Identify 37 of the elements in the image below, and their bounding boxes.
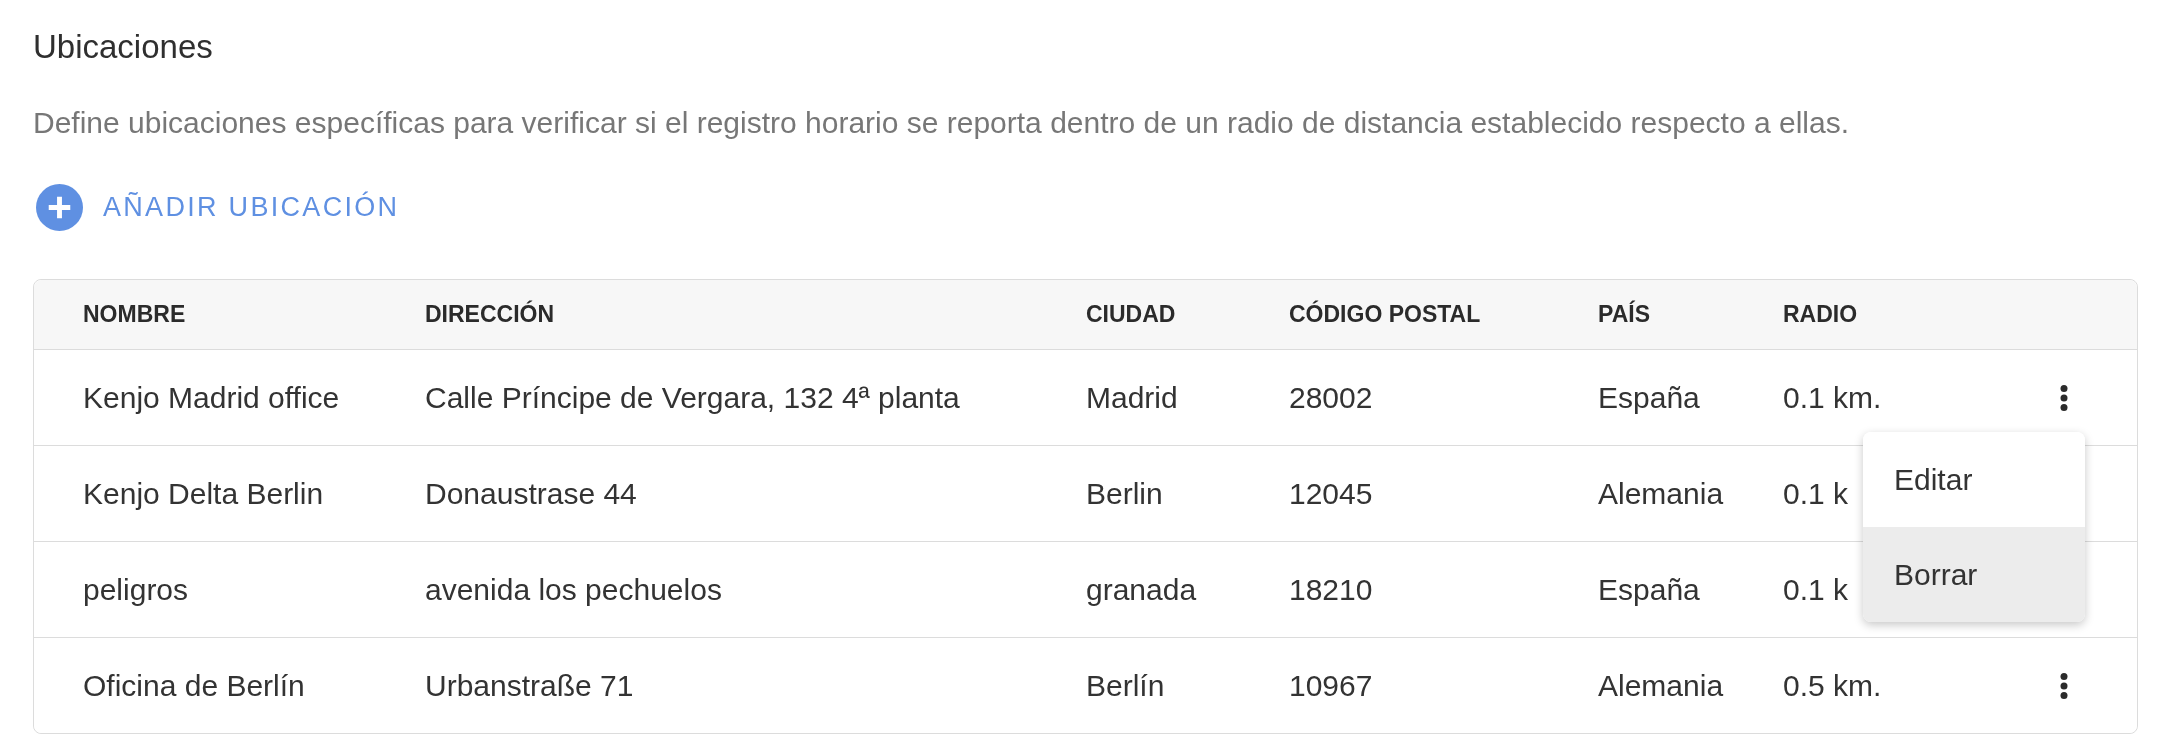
column-header: PAÍS bbox=[1598, 301, 1650, 328]
column-header: DIRECCIÓN bbox=[425, 301, 555, 328]
table-cell: 0.1 k bbox=[1783, 476, 1849, 511]
table-cell: Calle Príncipe de Vergara, 132 4ª planta bbox=[425, 380, 960, 415]
table-cell: 12045 bbox=[1289, 476, 1373, 511]
table-cell: 10967 bbox=[1289, 668, 1373, 703]
table-cell: 0.1 k bbox=[1783, 572, 1849, 607]
table-cell: España bbox=[1598, 380, 1700, 415]
section-description: Define ubicaciones específicas para verificar si el registro horario se reporta dentro de un radio de distancia establecido respecto a ellas. bbox=[33, 105, 1849, 141]
table-cell: Madrid bbox=[1086, 380, 1178, 415]
more-options-icon[interactable] bbox=[2060, 384, 2068, 411]
table-cell: España bbox=[1598, 572, 1700, 607]
menu-item[interactable]: Editar bbox=[1863, 432, 2085, 527]
section-title: Ubicaciones bbox=[33, 27, 213, 67]
table-cell: avenida los pechuelos bbox=[425, 572, 722, 607]
table-cell: Berlin bbox=[1086, 476, 1163, 511]
table-cell: Alemania bbox=[1598, 476, 1724, 511]
table-cell: Berlín bbox=[1086, 668, 1165, 703]
plus-circle-icon bbox=[36, 183, 83, 231]
column-header: RADIO bbox=[1783, 301, 1858, 328]
column-header: CIUDAD bbox=[1086, 301, 1176, 328]
table-cell: Donaustrase 44 bbox=[425, 476, 637, 511]
table-cell: 28002 bbox=[1289, 380, 1373, 415]
table-cell: 0.1 km. bbox=[1783, 380, 1882, 415]
table-cell: Kenjo Madrid office bbox=[83, 380, 340, 415]
table-cell: 18210 bbox=[1289, 572, 1373, 607]
menu-item[interactable]: Borrar bbox=[1863, 527, 2085, 622]
column-header: NOMBRE bbox=[83, 301, 186, 328]
table-cell: 0.5 km. bbox=[1783, 668, 1882, 703]
table-cell: Oficina de Berlín bbox=[83, 668, 305, 703]
column-header: CÓDIGO POSTAL bbox=[1289, 301, 1481, 328]
table-cell: Urbanstraße 71 bbox=[425, 668, 634, 703]
table-cell: granada bbox=[1086, 572, 1197, 607]
more-options-icon[interactable] bbox=[2060, 672, 2068, 699]
table-cell: Alemania bbox=[1598, 668, 1724, 703]
table-cell: Kenjo Delta Berlin bbox=[83, 476, 324, 511]
table-cell: peligros bbox=[83, 572, 189, 607]
